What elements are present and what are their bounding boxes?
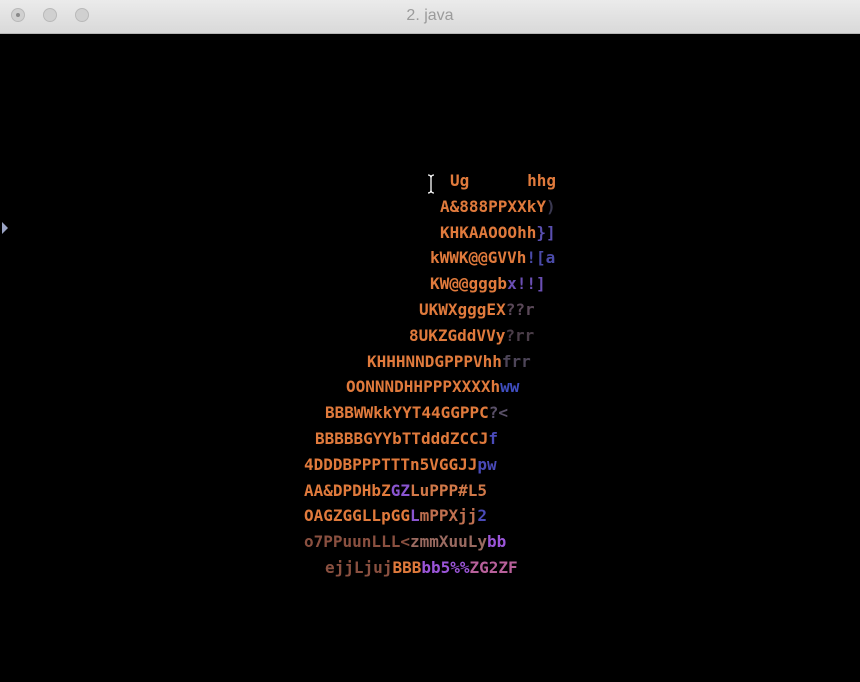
art-segment: Ug hhg xyxy=(450,171,556,190)
art-line: 8UKZGddVVy?rr xyxy=(409,323,534,349)
art-segment: ZG2ZF xyxy=(469,558,518,577)
art-segment: ) xyxy=(545,196,556,216)
art-segment: ?rr xyxy=(505,325,535,345)
art-segment: bb5%% xyxy=(421,558,470,577)
art-segment: kWWK@@GVVh xyxy=(430,248,527,268)
art-segment: AA&DPDHbZ xyxy=(304,480,391,500)
art-line: KHHHNNDGPPPVhhfrr xyxy=(367,349,531,375)
art-line: UKWXgggEX??r xyxy=(419,297,535,323)
ascii-art: Ug hhg A&888PPXXkY) KHKAAOOOhh}] kWWK@@GVVh… xyxy=(0,34,860,682)
art-segment: mPPXjj xyxy=(419,506,478,526)
art-line: o7PPuunLLL<zmmXuuLybb xyxy=(304,529,506,555)
art-segment: ??r xyxy=(505,300,535,319)
art-line: A&888PPXXkY) xyxy=(440,194,556,220)
terminal-area[interactable]: Ug hhg A&888PPXXkY) KHKAAOOOhh}] kWWK@@GVVh… xyxy=(0,34,860,682)
terminal-window: 2. java Ug hhg A&888PPXXkY) KHKAAOOOhh}] kW… xyxy=(0,0,860,682)
art-segment: ![a xyxy=(526,248,556,268)
art-line: KHKAAOOOhh}] xyxy=(440,220,556,246)
art-segment: LuPPP#L5 xyxy=(409,480,488,500)
art-segment: o7PPuunLLL< xyxy=(304,532,410,552)
art-segment: 2 xyxy=(477,506,488,526)
art-line: OONNNDHHPPPXXXXhww xyxy=(346,374,519,400)
art-segment: KHHHNNDGPPPVhh xyxy=(367,351,502,371)
art-line: Ug hhg xyxy=(450,168,556,194)
art-segment: UKWXgggEX xyxy=(419,300,506,319)
art-segment: frr xyxy=(501,351,531,371)
art-line: OAGZGGLLpGGLmPPXjj2 xyxy=(304,503,487,529)
art-segment: ?< xyxy=(488,403,509,423)
art-segment: zmmXuuLy xyxy=(409,532,488,552)
art-segment: pw xyxy=(477,454,497,474)
art-segment: 8UKZGddVVy xyxy=(409,325,506,345)
art-segment: f xyxy=(488,429,499,448)
art-segment: ejjLjuj xyxy=(325,558,393,577)
art-line: kWWK@@GVVh![a xyxy=(430,245,555,271)
window-title: 2. java xyxy=(406,7,454,24)
art-segment: BBBBBGYYbTTdddZCCJ xyxy=(315,429,489,448)
title-bar[interactable]: 2. java xyxy=(0,0,860,34)
art-segment: ww xyxy=(500,377,520,397)
art-segment: OAGZGGLLpGG xyxy=(304,506,410,526)
art-segment: L xyxy=(409,506,420,526)
art-segment: OONNNDHHPPPXXXXh xyxy=(346,377,501,397)
art-line: ejjLjujBBBbb5%%ZG2ZF xyxy=(325,555,518,581)
art-segment: x!!] xyxy=(507,274,546,294)
art-segment: KHKAAOOOhh xyxy=(440,222,537,242)
art-segment: BBBWWkkYYT44GGPPC xyxy=(325,403,489,423)
art-segment: }] xyxy=(536,222,556,242)
art-segment: BBB xyxy=(392,558,422,577)
art-line: KW@@gggbx!!] xyxy=(430,271,546,297)
art-line: BBBWWkkYYT44GGPPC?< xyxy=(325,400,508,426)
art-segment: 4DDDBPPPTTTn5VGGJJ xyxy=(304,454,478,474)
art-line: AA&DPDHbZGZLuPPP#L5 xyxy=(304,478,487,504)
art-line: BBBBBGYYbTTdddZCCJf xyxy=(315,426,498,452)
art-segment: GZ xyxy=(390,480,410,500)
art-segment: A&888PPXXkY xyxy=(440,196,546,216)
art-segment: bb xyxy=(487,532,507,552)
art-segment: KW@@gggb xyxy=(430,274,508,294)
art-line: 4DDDBPPPTTTn5VGGJJpw xyxy=(304,452,497,478)
